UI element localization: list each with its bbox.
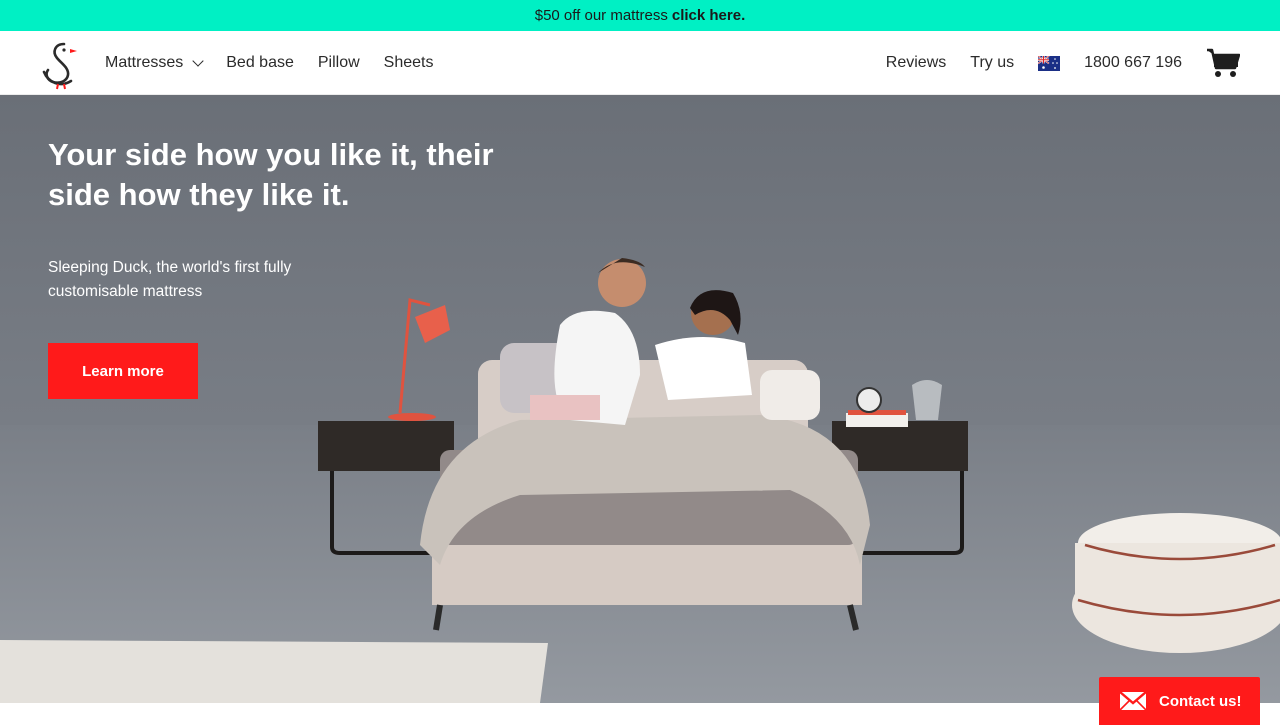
cart-icon[interactable] bbox=[1206, 47, 1240, 79]
sleeping-duck-logo[interactable] bbox=[38, 38, 84, 90]
nav-mattresses[interactable]: Mattresses bbox=[105, 54, 204, 72]
contact-us-button[interactable]: Contact us! bbox=[1099, 677, 1260, 725]
nav-try-us[interactable]: Try us bbox=[970, 54, 1014, 72]
site-header: Mattresses Bed base Pillow Sheets Review… bbox=[0, 31, 1280, 95]
hero-title: Your side how you like it, their side ho… bbox=[48, 137, 494, 212]
utility-nav: Reviews Try us 1800 667 196 bbox=[886, 31, 1240, 95]
promo-link[interactable]: click here. bbox=[672, 7, 745, 24]
nav-bed-base[interactable]: Bed base bbox=[226, 54, 294, 72]
hero-subtitle: Sleeping Duck, the world's first fully c… bbox=[48, 259, 292, 300]
nav-mattresses-label: Mattresses bbox=[105, 54, 184, 71]
page-bottom-strip bbox=[0, 703, 1280, 725]
chevron-down-icon bbox=[192, 55, 204, 67]
contact-us-label: Contact us! bbox=[1159, 692, 1242, 710]
nav-reviews[interactable]: Reviews bbox=[886, 54, 946, 72]
learn-more-button[interactable]: Learn more bbox=[48, 343, 198, 399]
phone-number[interactable]: 1800 667 196 bbox=[1084, 54, 1182, 72]
promo-text: $50 off our mattress bbox=[534, 7, 668, 24]
nav-sheets[interactable]: Sheets bbox=[384, 54, 434, 72]
nav-pillow[interactable]: Pillow bbox=[318, 54, 360, 72]
promo-banner[interactable]: $50 off our mattress click here. bbox=[0, 0, 1280, 31]
hero-section: Your side how you like it, their side ho… bbox=[0, 95, 1280, 703]
australia-flag-icon[interactable] bbox=[1038, 55, 1061, 71]
main-nav: Mattresses Bed base Pillow Sheets bbox=[105, 31, 457, 95]
envelope-icon bbox=[1119, 691, 1147, 711]
